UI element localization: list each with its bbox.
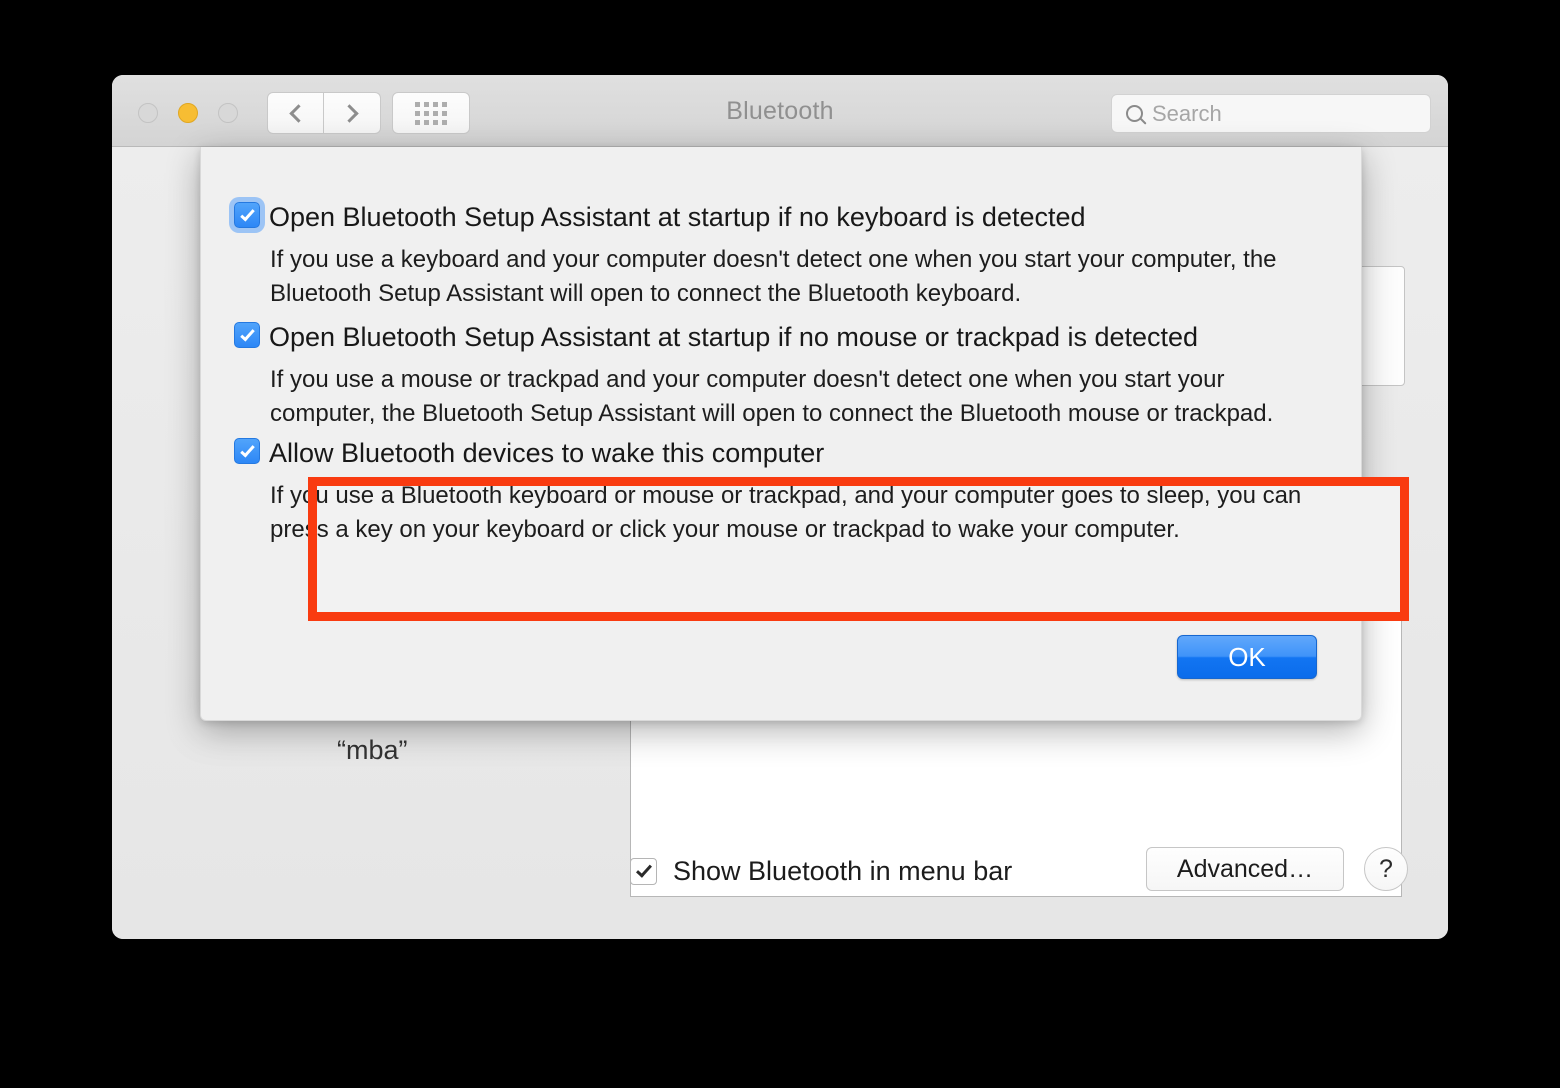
option-wake-computer: Allow Bluetooth devices to wake this com… [234, 438, 1324, 547]
option-header[interactable]: Open Bluetooth Setup Assistant at startu… [234, 202, 1324, 232]
window-titlebar: Bluetooth Search [112, 75, 1448, 147]
checkmark-icon [239, 325, 255, 342]
pane-bottom-bar: Show Bluetooth in menu bar Advanced… ? [112, 819, 1448, 939]
option-title: Open Bluetooth Setup Assistant at startu… [269, 202, 1086, 232]
computer-name-label: “mba” [337, 735, 408, 765]
search-placeholder: Search [1152, 100, 1222, 126]
advanced-options-sheet: Open Bluetooth Setup Assistant at startu… [200, 147, 1409, 721]
checkmark-icon [239, 441, 255, 458]
option-description: If you use a keyboard and your computer … [270, 246, 1277, 307]
option-header[interactable]: Open Bluetooth Setup Assistant at startu… [234, 322, 1324, 352]
option-keyboard-setup-assistant: Open Bluetooth Setup Assistant at startu… [234, 202, 1324, 311]
option-header[interactable]: Allow Bluetooth devices to wake this com… [234, 438, 1324, 468]
checkmark-icon [239, 205, 255, 222]
ok-button[interactable]: OK [1177, 635, 1317, 679]
option-description: If you use a Bluetooth keyboard or mouse… [270, 482, 1302, 543]
search-field[interactable]: Search [1111, 94, 1431, 133]
keyboard-setup-assistant-checkbox[interactable] [234, 202, 260, 228]
option-mouse-setup-assistant: Open Bluetooth Setup Assistant at startu… [234, 322, 1324, 431]
bluetooth-preferences-window: Bluetooth Search “mba” Not Connected [112, 75, 1448, 939]
show-bluetooth-in-menu-bar-row[interactable]: Show Bluetooth in menu bar [630, 856, 1012, 887]
show-bluetooth-in-menu-bar-label: Show Bluetooth in menu bar [673, 856, 1013, 886]
search-icon [1126, 105, 1143, 122]
help-button[interactable]: ? [1364, 847, 1408, 891]
advanced-button[interactable]: Advanced… [1146, 847, 1344, 891]
checkmark-icon [635, 861, 652, 878]
show-bluetooth-in-menu-bar-checkbox[interactable] [630, 858, 657, 885]
wake-computer-checkbox[interactable] [234, 438, 260, 464]
option-title: Allow Bluetooth devices to wake this com… [269, 438, 825, 468]
option-title: Open Bluetooth Setup Assistant at startu… [269, 322, 1199, 352]
mouse-setup-assistant-checkbox[interactable] [234, 322, 260, 348]
option-description: If you use a mouse or trackpad and your … [270, 366, 1274, 427]
